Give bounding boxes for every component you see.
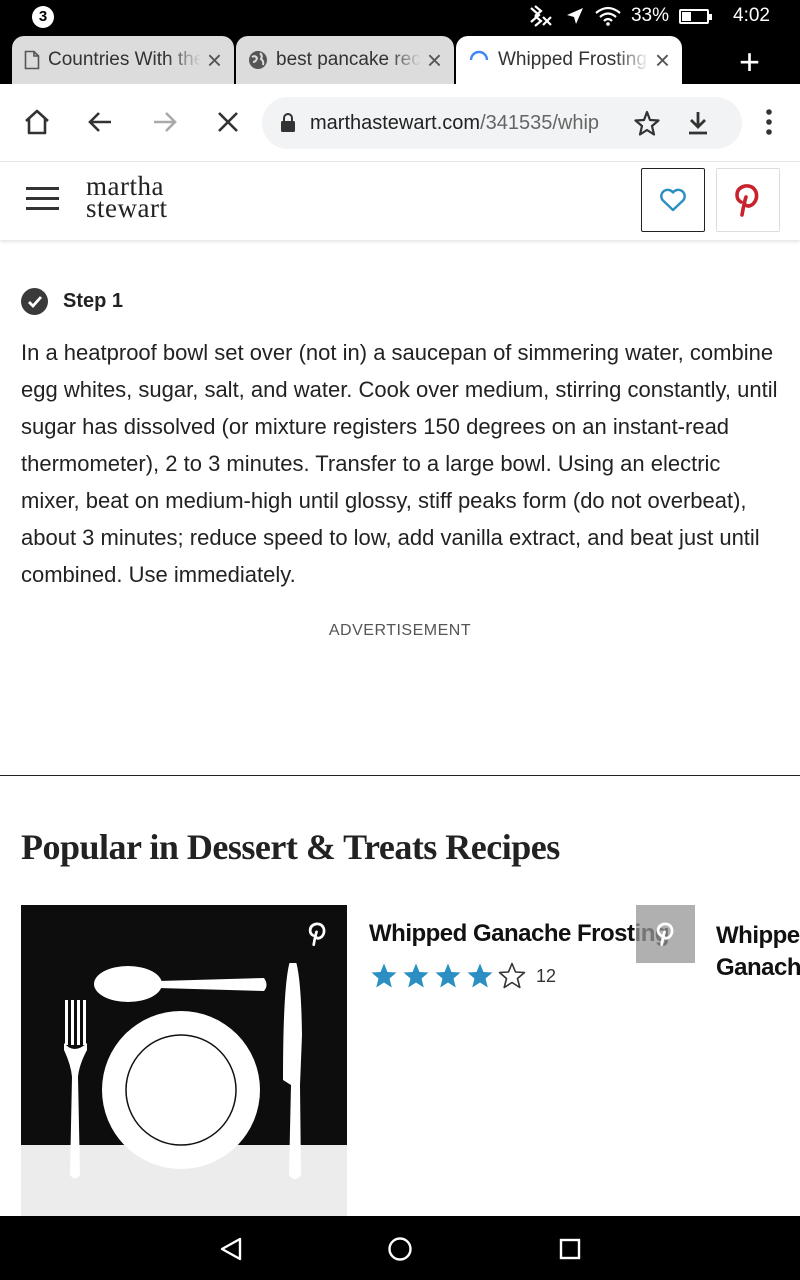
tab-title: Countries With the [48,49,201,70]
step-label: Step 1 [63,290,124,312]
card-pinterest-overlay-button[interactable] [636,905,695,963]
stop-icon [218,112,238,132]
tab-close-button[interactable]: × [207,47,222,73]
card2-title-line2: Ganache [716,954,800,981]
recipe-card-title[interactable]: Whipped Ganache Frosting [369,920,670,948]
popular-section-title: Popular in Dessert & Treats Recipes [21,827,560,867]
status-bar: 3 33% 4:02 [0,0,800,32]
globe-icon [249,51,267,69]
pinterest-share-button[interactable] [716,168,780,232]
system-nav-bar [0,1216,800,1280]
card2-title-line1: Whipped [716,922,800,949]
recipe-card-title-2[interactable]: Whipped Ganache [716,920,800,984]
step-heading: Step 1 [21,288,123,315]
forward-icon [154,112,177,132]
card-pinterest-button[interactable] [289,905,347,963]
page-icon [24,50,40,70]
tab-strip: Countries With the × best pancake recipe… [0,32,800,84]
tab-whipped-frosting[interactable]: Whipped Frosting × [456,36,682,84]
clock: 4:02 [733,5,770,26]
tab-close-button[interactable]: × [427,47,442,73]
star-filled-icon [467,963,493,988]
step-instructions: In a heatproof bowl set over (not in) a … [21,340,778,587]
url-text: marthastewart.com/341535/whip [310,112,620,135]
pinterest-icon [308,922,326,947]
recipe-card-image[interactable] [21,905,347,1216]
nav-home-icon [388,1237,412,1261]
nav-recents-button[interactable] [555,1234,585,1264]
battery-level-fill [682,11,691,21]
star-icon[interactable] [634,110,660,136]
site-header: martha stewart [0,162,800,240]
address-bar[interactable]: marthastewart.com/341535/whip [262,97,742,149]
nav-back-icon [220,1237,242,1261]
nav-home-button[interactable] [385,1234,415,1264]
star-filled-icon [371,963,397,988]
star-rating: 12 [370,962,556,990]
download-icon[interactable] [687,111,709,135]
star-filled-icon [435,963,461,988]
tab-pancake[interactable]: best pancake recipe × [236,36,454,84]
save-recipe-button[interactable] [641,168,705,232]
forward-button[interactable] [147,104,183,140]
battery-icon [679,8,713,24]
star-filled-icon [403,963,429,988]
home-button[interactable] [19,104,55,140]
lock-icon [281,113,295,132]
url-domain: marthastewart.com [310,111,481,134]
tab-close-button[interactable]: × [655,47,670,73]
loading-spinner-icon [469,50,489,61]
battery-percent: 33% [630,5,670,26]
site-logo[interactable]: martha stewart [86,173,168,223]
back-icon [88,112,111,132]
check-circle-icon[interactable] [21,288,48,315]
nav-back-button[interactable] [216,1234,246,1264]
section-divider [0,775,800,776]
star-empty-icon [498,962,526,989]
more-menu-button[interactable] [751,104,787,140]
tab-title: Whipped Frosting [498,49,647,70]
new-tab-button[interactable]: + [739,44,760,80]
browser-toolbar: marthastewart.com/341535/whip [0,84,800,162]
hamburger-menu-icon[interactable] [26,187,59,211]
pinterest-icon [656,922,673,947]
pinterest-icon [735,184,759,217]
more-icon [766,109,772,135]
heart-icon [660,188,686,212]
notification-count-badge: 3 [32,6,54,28]
tab-countries[interactable]: Countries With the × [12,36,234,84]
url-path: /341535/whip [480,111,600,134]
logo-line2: stewart [86,193,168,223]
wifi-icon [595,6,621,26]
tab-title: best pancake recipe [276,49,421,70]
home-icon [25,109,49,135]
location-icon [566,8,583,24]
advertisement-label: ADVERTISEMENT [328,622,472,639]
rating-count: 12 [536,965,557,986]
back-button[interactable] [82,104,118,140]
stop-button[interactable] [210,104,246,140]
bluetooth-muted-icon [530,5,552,27]
nav-recents-icon [559,1238,581,1260]
